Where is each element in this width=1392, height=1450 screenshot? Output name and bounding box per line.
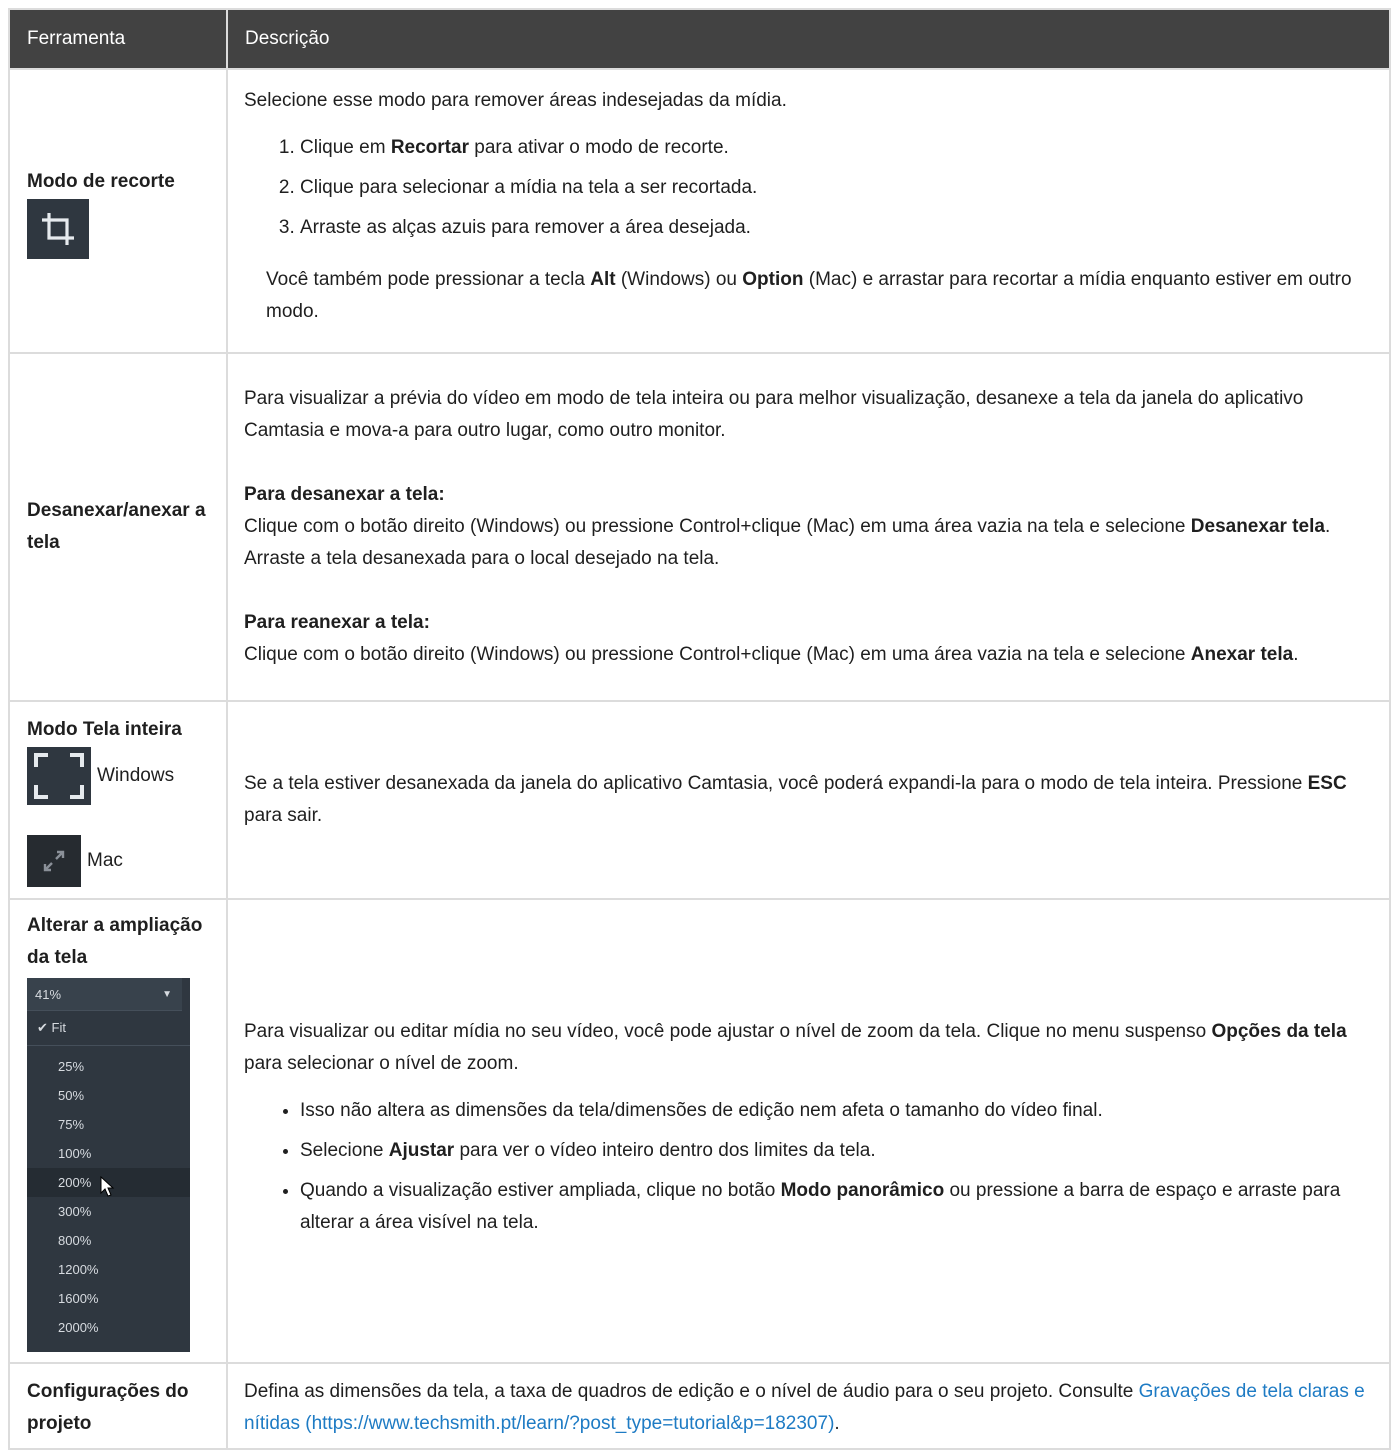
tool-name: Modo Tela inteira bbox=[27, 719, 182, 740]
detach-heading: Para desanexar a tela: bbox=[244, 484, 445, 505]
tool-cell: Configurações do projeto bbox=[8, 1362, 228, 1450]
detach-text: Clique com o botão direito (Windows) ou … bbox=[244, 516, 1331, 569]
tool-name: Modo de recorte bbox=[27, 170, 175, 192]
tools-table: Ferramenta Descrição Modo de recorte Sel… bbox=[8, 8, 1391, 1450]
list-item: Clique em Recortar para ativar o modo de… bbox=[300, 132, 1373, 164]
zoom-bullets: Isso não altera as dimensões da tela/dim… bbox=[244, 1095, 1373, 1239]
table-row: Alterar a ampliação da tela 41% ▼ ✔ Fit … bbox=[8, 898, 1391, 1364]
list-item: Quando a visualização estiver ampliada, … bbox=[300, 1175, 1373, 1239]
table-header-row: Ferramenta Descrição bbox=[8, 8, 1391, 70]
zoom-dropdown[interactable]: 41% ▼ ✔ Fit 25% 50% 75% 100% 200% 300% 8… bbox=[27, 978, 190, 1352]
header-description: Descrição bbox=[226, 8, 1391, 70]
tool-cell: Desanexar/anexar a tela bbox=[8, 352, 228, 702]
zoom-option[interactable]: 2000% bbox=[27, 1313, 190, 1342]
table-row: Configurações do projeto Defina as dimen… bbox=[8, 1362, 1391, 1450]
zoom-option-fit[interactable]: ✔ Fit bbox=[27, 1011, 190, 1046]
description-cell: Defina as dimensões da tela, a taxa de q… bbox=[226, 1362, 1391, 1450]
detach-intro: Para visualizar a prévia do vídeo em mod… bbox=[244, 388, 1304, 441]
table-row: Modo Tela inteira Windows Mac Se a tela … bbox=[8, 700, 1391, 900]
chevron-down-icon: ▼ bbox=[162, 988, 172, 1000]
zoom-current[interactable]: 41% ▼ bbox=[27, 978, 182, 1011]
tool-cell: Modo de recorte bbox=[8, 68, 228, 354]
description-cell: Se a tela estiver desanexada da janela d… bbox=[226, 700, 1391, 900]
zoom-option[interactable]: 800% bbox=[27, 1226, 190, 1255]
reattach-text: Clique com o botão direito (Windows) ou … bbox=[244, 644, 1299, 665]
zoom-option[interactable]: 100% bbox=[27, 1139, 190, 1168]
description-cell: Selecione esse modo para remover áreas i… bbox=[226, 68, 1391, 354]
zoom-option[interactable]: 300% bbox=[27, 1197, 190, 1226]
cursor-icon bbox=[100, 1176, 115, 1197]
list-item: Clique para selecionar a mídia na tela a… bbox=[300, 172, 1373, 204]
list-item: Isso não altera as dimensões da tela/dim… bbox=[300, 1095, 1373, 1127]
zoom-option-hovered[interactable]: 200% bbox=[27, 1168, 190, 1197]
crop-intro: Selecione esse modo para remover áreas i… bbox=[244, 89, 787, 111]
crop-steps: Clique em Recortar para ativar o modo de… bbox=[244, 132, 1373, 244]
check-icon: ✔ bbox=[37, 1020, 48, 1035]
zoom-intro: Para visualizar ou editar mídia no seu v… bbox=[244, 1020, 1347, 1074]
fullscreen-text: Se a tela estiver desanexada da janela d… bbox=[244, 773, 1347, 826]
expand-icon bbox=[27, 835, 81, 887]
fullscreen-icon bbox=[27, 747, 91, 805]
zoom-option[interactable]: 1600% bbox=[27, 1284, 190, 1313]
list-item: Arraste as alças azuis para remover a ár… bbox=[300, 212, 1373, 244]
windows-label: Windows bbox=[97, 765, 175, 786]
list-item: Selecione Ajustar para ver o vídeo intei… bbox=[300, 1135, 1373, 1167]
project-text: Defina as dimensões da tela, a taxa de q… bbox=[244, 1381, 1365, 1434]
zoom-option[interactable]: 75% bbox=[27, 1110, 190, 1139]
tool-cell: Alterar a ampliação da tela 41% ▼ ✔ Fit … bbox=[8, 898, 228, 1364]
zoom-option[interactable]: 25% bbox=[27, 1052, 190, 1081]
table-row: Modo de recorte Selecione esse modo para… bbox=[8, 68, 1391, 354]
mac-label: Mac bbox=[87, 850, 123, 871]
header-tool: Ferramenta bbox=[8, 8, 228, 70]
tool-name: Alterar a ampliação da tela bbox=[27, 915, 203, 968]
zoom-option[interactable]: 1200% bbox=[27, 1255, 190, 1284]
zoom-option[interactable]: 50% bbox=[27, 1081, 190, 1110]
tool-name: Configurações do projeto bbox=[27, 1381, 189, 1434]
crop-icon bbox=[27, 198, 89, 259]
tool-name: Desanexar/anexar a tela bbox=[27, 500, 206, 553]
crop-note: Você também pode pressionar a tecla Alt … bbox=[266, 268, 1352, 322]
tool-cell: Modo Tela inteira Windows Mac bbox=[8, 700, 228, 900]
reattach-heading: Para reanexar a tela: bbox=[244, 612, 430, 633]
description-cell: Para visualizar ou editar mídia no seu v… bbox=[226, 898, 1391, 1364]
table-row: Desanexar/anexar a tela Para visualizar … bbox=[8, 352, 1391, 702]
description-cell: Para visualizar a prévia do vídeo em mod… bbox=[226, 352, 1391, 702]
